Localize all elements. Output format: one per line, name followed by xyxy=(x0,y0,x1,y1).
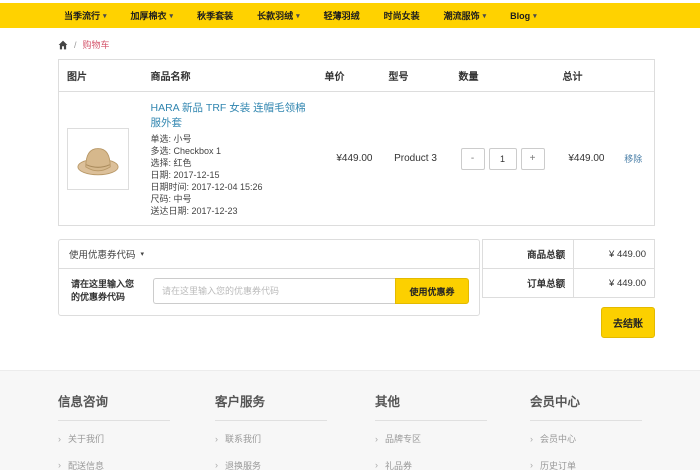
footer-link-order-history[interactable]: › 历史订单 xyxy=(530,459,687,470)
breadcrumb-current-cart[interactable]: 购物车 xyxy=(83,38,110,51)
col-header-quantity: 数量 xyxy=(450,59,555,92)
quantity-increase-button[interactable]: + xyxy=(520,147,545,170)
product-option: 日期时间: 2017-12-04 15:26 xyxy=(150,182,263,192)
footer-col-my-account: 会员中心 ›会员中心 ›历史订单 ›收藏列表 ›订阅资讯 xyxy=(530,391,687,470)
unit-price-value: ¥449.00 xyxy=(336,153,373,164)
product-option: 送达日期: 2017-12-23 xyxy=(150,206,238,216)
chevron-down-icon: ▾ xyxy=(169,12,174,20)
col-header-image: 图片 xyxy=(58,59,143,92)
nav-item-chaoliu-fushi[interactable]: 潮流服饰 ▾ xyxy=(444,9,487,22)
nav-item-blog[interactable]: Blog ▾ xyxy=(510,11,537,21)
footer-col-customer-service: 客户服务 ›联系我们 ›退换服务 ›网站地图 xyxy=(215,391,375,470)
cart-content: 图片 商品名称 单价 型号 数量 总计 HARA 新品 TRF 女装 连帽毛领棉… xyxy=(58,59,655,338)
top-nav: 当季流行 ▾ 加厚棉衣 ▾ 秋季套装 长款羽绒 ▾ 轻薄羽绒 时尚女装 潮流服饰… xyxy=(0,3,700,28)
order-total-value: ¥ 449.00 xyxy=(573,268,655,298)
nav-item-shishang-nvzhuang[interactable]: 时尚女装 xyxy=(384,9,420,22)
coupon-code-input[interactable] xyxy=(153,278,395,304)
coupon-panel-header[interactable]: 使用优惠券代码 ▾ xyxy=(59,240,479,269)
nav-item-changkuan-yurong[interactable]: 长款羽绒 ▾ xyxy=(257,9,300,22)
chevron-down-icon: ▾ xyxy=(482,12,487,20)
breadcrumb: / 购物车 xyxy=(58,38,700,51)
footer-link-returns[interactable]: › 退换服务 xyxy=(215,459,375,470)
arrow-right-icon: › xyxy=(375,460,378,470)
footer-link-delivery-info[interactable]: › 配送信息 xyxy=(58,459,215,470)
nav-item-jiahou-mianyi[interactable]: 加厚棉衣 ▾ xyxy=(131,9,174,22)
product-option: 多选: Checkbox 1 xyxy=(150,146,222,156)
footer-col-title: 会员中心 xyxy=(530,391,642,421)
footer-col-title: 其他 xyxy=(375,391,487,421)
hat-image xyxy=(77,147,119,175)
order-total-label: 订单总额 xyxy=(481,268,575,298)
footer: 信息咨询 ›关于我们 ›配送信息 ›隐私政策 ›使用条款 客户服务 ›联系我们 … xyxy=(0,370,700,470)
checkout-button[interactable]: 去结账 xyxy=(601,307,655,338)
apply-coupon-button[interactable]: 使用优惠券 xyxy=(395,278,469,304)
footer-link-my-account[interactable]: › 会员中心 xyxy=(530,432,687,445)
totals-table: 商品总额 ¥ 449.00 订单总额 ¥ 449.00 xyxy=(481,239,655,298)
col-header-actions xyxy=(612,59,655,92)
quantity-decrease-button[interactable]: - xyxy=(460,147,485,170)
product-option: 尺码: 中号 xyxy=(150,194,192,204)
col-header-model: 型号 xyxy=(380,59,451,92)
nav-item-qingbao-yurong[interactable]: 轻薄羽绒 xyxy=(324,9,360,22)
chevron-down-icon: ▾ xyxy=(140,251,145,258)
arrow-right-icon: › xyxy=(215,433,218,444)
product-option: 日期: 2017-12-15 xyxy=(150,170,220,180)
quantity-stepper: - + xyxy=(460,147,545,170)
footer-link-gift-vouchers[interactable]: › 礼品券 xyxy=(375,459,530,470)
subtotal-value: ¥ 449.00 xyxy=(573,239,655,269)
totals-row-subtotal: 商品总额 ¥ 449.00 xyxy=(481,239,655,269)
arrow-right-icon: › xyxy=(530,433,533,444)
footer-link-brands[interactable]: › 品牌专区 xyxy=(375,432,530,445)
model-value: Product 3 xyxy=(394,153,437,164)
cart-table: 图片 商品名称 单价 型号 数量 总计 HARA 新品 TRF 女装 连帽毛领棉… xyxy=(58,59,655,226)
footer-link-contact-us[interactable]: › 联系我们 xyxy=(215,432,375,445)
order-totals: 商品总额 ¥ 449.00 订单总额 ¥ 449.00 去结账 xyxy=(481,239,655,338)
coupon-panel: 使用优惠券代码 ▾ 请在这里输入您的优惠券代码 使用优惠券 xyxy=(58,239,480,316)
line-total-value: ¥449.00 xyxy=(568,153,605,164)
product-option: 单选: 小号 xyxy=(150,134,192,144)
totals-row-order-total: 订单总额 ¥ 449.00 xyxy=(481,268,655,298)
subtotal-label: 商品总额 xyxy=(481,239,575,269)
nav-item-dangji-liuxing[interactable]: 当季流行 ▾ xyxy=(64,9,107,22)
remove-item-link[interactable]: 移除 xyxy=(624,154,642,164)
col-header-name: 商品名称 xyxy=(142,59,317,92)
arrow-right-icon: › xyxy=(58,433,61,444)
col-header-unit-price: 单价 xyxy=(316,59,381,92)
arrow-right-icon: › xyxy=(58,460,61,470)
breadcrumb-separator: / xyxy=(74,39,77,50)
quantity-input[interactable] xyxy=(488,147,517,170)
footer-col-title: 信息咨询 xyxy=(58,391,170,421)
footer-link-about-us[interactable]: › 关于我们 xyxy=(58,432,215,445)
col-header-total: 总计 xyxy=(554,59,613,92)
product-title-link[interactable]: HARA 新品 TRF 女装 连帽毛领棉服外套 xyxy=(151,100,309,130)
cart-item-row: HARA 新品 TRF 女装 连帽毛领棉服外套 单选: 小号 多选: Check… xyxy=(59,92,655,226)
chevron-down-icon: ▾ xyxy=(533,12,537,20)
coupon-input-label: 请在这里输入您的优惠券代码 xyxy=(71,279,135,302)
arrow-right-icon: › xyxy=(530,460,533,470)
arrow-right-icon: › xyxy=(375,433,378,444)
chevron-down-icon: ▾ xyxy=(103,12,107,20)
footer-col-extras: 其他 ›品牌专区 ›礼品券 ›联盟会员 ›特别优惠 xyxy=(375,391,530,470)
product-thumbnail-hat[interactable] xyxy=(67,127,129,190)
arrow-right-icon: › xyxy=(215,460,218,470)
footer-col-information: 信息咨询 ›关于我们 ›配送信息 ›隐私政策 ›使用条款 xyxy=(58,391,215,470)
nav-item-qiuji-taozhuang[interactable]: 秋季套装 xyxy=(197,9,233,22)
chevron-down-icon: ▾ xyxy=(296,12,300,20)
product-option: 选择: 红色 xyxy=(150,158,192,168)
cart-header-row: 图片 商品名称 单价 型号 数量 总计 xyxy=(58,59,655,92)
footer-col-title: 客户服务 xyxy=(215,391,327,421)
home-icon[interactable] xyxy=(58,40,68,50)
